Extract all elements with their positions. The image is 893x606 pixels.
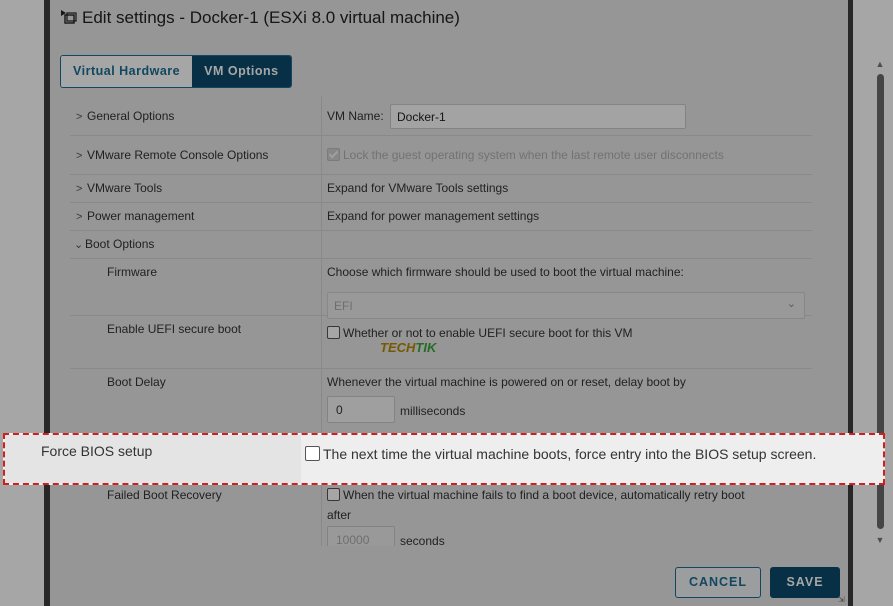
power-management-toggle[interactable]: > Power management — [76, 209, 194, 223]
force-bios-checkbox-row: The next time the virtual machine boots,… — [305, 446, 816, 462]
window-bezel-right — [848, 0, 853, 606]
vmware-tools-desc: Expand for VMware Tools settings — [327, 181, 509, 195]
failed-recovery-checkbox[interactable] — [327, 488, 340, 501]
scroll-down-arrow-icon[interactable]: ▼ — [874, 534, 886, 546]
uefi-checkbox-row: Whether or not to enable UEFI secure boo… — [327, 326, 632, 340]
chevron-right-icon: > — [76, 150, 83, 162]
resize-grip-icon[interactable]: ⇲ — [838, 596, 846, 604]
failed-recovery-seconds-input[interactable]: 10000 — [327, 526, 395, 546]
row-uefi-secure-boot: Enable UEFI secure boot Whether or not t… — [70, 315, 812, 369]
tab-virtual-hardware[interactable]: Virtual Hardware — [61, 56, 193, 87]
chevron-down-icon: ⌄ — [74, 239, 84, 251]
row-general-options: > General Options VM Name: — [70, 96, 812, 136]
boot-delay-desc: Whenever the virtual machine is powered … — [327, 375, 686, 389]
force-bios-setup-callout: Force BIOS setup The next time the virtu… — [3, 433, 885, 485]
vm-name-label: VM Name: — [327, 109, 384, 123]
firmware-select-value: EFI — [334, 299, 353, 313]
failed-recovery-desc-after: after — [327, 508, 352, 522]
tab-bar: Virtual Hardware VM Options — [60, 55, 292, 88]
chevron-right-icon: > — [76, 183, 83, 195]
edit-settings-dialog: Edit settings - Docker-1 (ESXi 8.0 virtu… — [50, 0, 884, 606]
dialog-title-text: Edit settings - Docker-1 (ESXi 8.0 virtu… — [82, 8, 460, 27]
firmware-label: Firmware — [107, 265, 157, 279]
techtik-watermark: TECHTIK — [380, 340, 437, 355]
chevron-right-icon: > — [76, 211, 83, 223]
cancel-button[interactable]: CANCEL — [675, 567, 761, 598]
row-firmware: Firmware Choose which firmware should be… — [70, 258, 812, 319]
scroll-up-arrow-icon[interactable]: ▲ — [874, 58, 886, 70]
vmrc-options-toggle[interactable]: > VMware Remote Console Options — [76, 148, 268, 162]
row-vmrc-options: > VMware Remote Console Options Lock the … — [70, 135, 812, 175]
row-boot-options: ⌄ Boot Options — [70, 230, 812, 259]
vm-edit-icon — [60, 9, 78, 27]
boot-delay-unit: milliseconds — [400, 404, 466, 418]
force-bios-setup-label: Force BIOS setup — [41, 443, 153, 459]
failed-recovery-unit: seconds — [400, 534, 445, 546]
dialog-title: Edit settings - Docker-1 (ESXi 8.0 virtu… — [60, 8, 460, 28]
row-vmware-tools: > VMware Tools Expand for VMware Tools se… — [70, 174, 812, 203]
chevron-right-icon: > — [76, 111, 83, 123]
vm-name-input[interactable] — [390, 104, 686, 129]
force-bios-setup-checkbox[interactable] — [305, 446, 320, 461]
chevron-down-icon: ⌄ — [786, 298, 796, 310]
row-boot-delay: Boot Delay Whenever the virtual machine … — [70, 368, 812, 437]
vmware-tools-toggle[interactable]: > VMware Tools — [76, 181, 162, 195]
row-failed-boot-recovery: Failed Boot Recovery When the virtual ma… — [70, 476, 812, 546]
general-options-toggle[interactable]: > General Options — [76, 109, 174, 123]
firmware-desc: Choose which firmware should be used to … — [327, 265, 684, 279]
failed-boot-recovery-label: Failed Boot Recovery — [107, 488, 222, 502]
power-management-desc: Expand for power management settings — [327, 209, 540, 223]
boot-options-toggle[interactable]: ⌄ Boot Options — [74, 237, 154, 251]
uefi-secure-boot-checkbox[interactable] — [327, 326, 340, 339]
row-power-management: > Power management Expand for power manag… — [70, 202, 812, 231]
save-button[interactable]: SAVE — [770, 567, 840, 598]
boot-delay-input[interactable]: 0 — [327, 396, 395, 423]
boot-delay-label: Boot Delay — [107, 375, 166, 389]
failed-recovery-checkbox-row: When the virtual machine fails to find a… — [327, 488, 745, 502]
uefi-secure-boot-label: Enable UEFI secure boot — [107, 322, 242, 336]
lock-guest-checkbox-row: Lock the guest operating system when the… — [327, 148, 724, 162]
tab-vm-options[interactable]: VM Options — [192, 56, 291, 87]
lock-guest-checkbox[interactable] — [327, 148, 340, 161]
